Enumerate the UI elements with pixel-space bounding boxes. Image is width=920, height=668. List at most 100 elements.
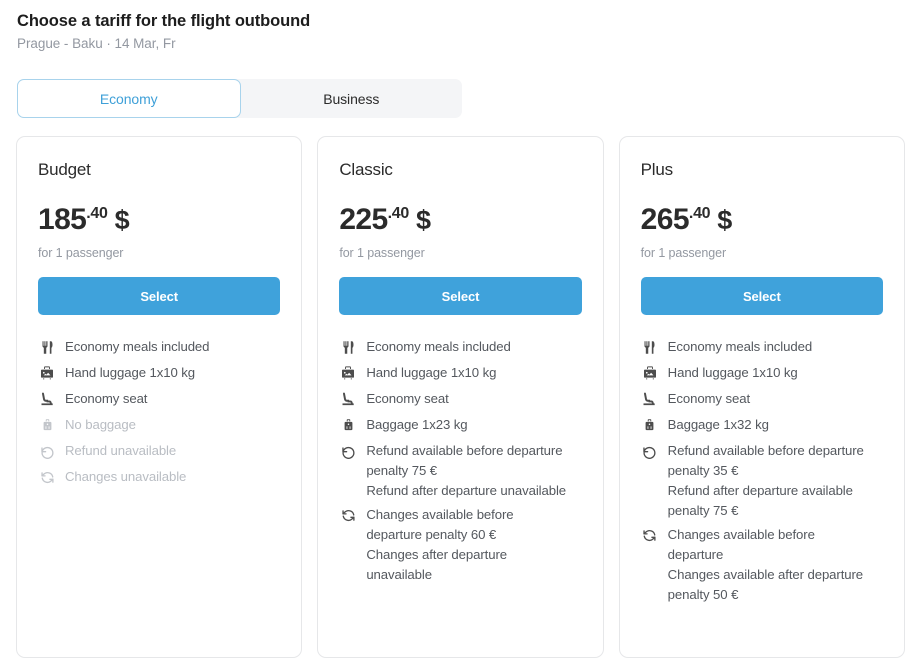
- price: 265.40$: [641, 205, 883, 235]
- price-note: for 1 passenger: [641, 245, 883, 261]
- meal-icon: [38, 337, 56, 357]
- price: 185.40 $: [38, 205, 280, 235]
- feature-text-line: penalty 75 €: [366, 461, 566, 481]
- baggage-icon: [38, 415, 56, 435]
- tab-economy[interactable]: Economy: [17, 79, 241, 118]
- feature-item: Economy seat: [339, 389, 581, 409]
- price-integer: 185: [38, 205, 86, 235]
- refund-icon: [339, 441, 357, 461]
- feature-text: Changes available beforedeparture penalt…: [366, 505, 513, 585]
- feature-text: Economy meals included: [65, 337, 209, 357]
- select-button-label: Select: [743, 289, 781, 304]
- page-header: Choose a tariff for the flight outbound …: [17, 10, 310, 54]
- feature-text: No baggage: [65, 415, 136, 435]
- seat-icon: [641, 389, 659, 409]
- hand-luggage-icon: [641, 363, 659, 383]
- feature-text-line: Changes available before: [668, 525, 863, 545]
- feature-text: Changes unavailable: [65, 467, 186, 487]
- feature-text-line: Changes unavailable: [65, 467, 186, 487]
- feature-item: Refund available before departurepenalty…: [641, 441, 883, 521]
- feature-text: Economy seat: [668, 389, 750, 409]
- select-button-label: Select: [140, 289, 178, 304]
- refund-icon: [641, 441, 659, 461]
- price-note: for 1 passenger: [38, 245, 280, 261]
- price-currency: $: [115, 205, 130, 235]
- feature-list: Economy meals included Hand luggage 1x10 …: [641, 337, 883, 609]
- feature-text: Changes available beforedepartureChanges…: [668, 525, 863, 605]
- feature-text-line: Refund unavailable: [65, 441, 176, 461]
- tariff-cards: Budget185.40$for 1 passengerSelectEconom…: [16, 136, 905, 658]
- feature-text-line: Refund available before departure: [668, 441, 864, 461]
- feature-text-line: penalty 75 €: [668, 501, 864, 521]
- feature-text-line: Economy seat: [366, 389, 448, 409]
- feature-text-line: No baggage: [65, 415, 136, 435]
- feature-text-line: departure penalty 60 €: [366, 525, 513, 545]
- feature-text-line: Baggage 1x32 kg: [668, 415, 769, 435]
- feature-item: Economy meals included: [339, 337, 581, 357]
- feature-text: Hand luggage 1x10 kg: [668, 363, 798, 383]
- select-button[interactable]: Select: [641, 277, 883, 315]
- cabin-class-tabs: Economy Business: [17, 79, 462, 118]
- tariff-selection-page: Choose a tariff for the flight outbound …: [0, 0, 920, 668]
- feature-item: Hand luggage 1x10 kg: [339, 363, 581, 383]
- meal-icon: [641, 337, 659, 357]
- feature-list: Economy meals included Hand luggage 1x10 …: [38, 337, 280, 493]
- feature-text-line: penalty 50 €: [668, 585, 863, 605]
- feature-text: Hand luggage 1x10 kg: [366, 363, 496, 383]
- feature-text: Economy meals included: [668, 337, 812, 357]
- changes-icon: [641, 525, 659, 545]
- price-fraction: .40: [388, 206, 409, 222]
- feature-text-line: departure: [668, 545, 863, 565]
- feature-item: Changes unavailable: [38, 467, 280, 487]
- price: 225.40$: [339, 205, 581, 235]
- feature-item: Economy meals included: [38, 337, 280, 357]
- feature-text-line: Economy meals included: [366, 337, 510, 357]
- feature-text-line: Baggage 1x23 kg: [366, 415, 467, 435]
- tariff-card: Plus 265.40$ for 1 passenger Select Economy …: [619, 136, 905, 658]
- feature-text-line: Hand luggage 1x10 kg: [65, 363, 195, 383]
- select-button[interactable]: Select: [38, 277, 280, 315]
- feature-item: No baggage: [38, 415, 280, 435]
- tariff-name: Plus: [641, 159, 883, 181]
- price-fraction: .40: [689, 206, 710, 222]
- meal-icon: [339, 337, 357, 357]
- feature-item: Refund unavailable: [38, 441, 280, 461]
- changes-icon: [38, 467, 56, 487]
- refund-icon: [38, 441, 56, 461]
- feature-text-line: Changes after departure: [366, 545, 513, 565]
- tab-label: Economy: [100, 91, 158, 107]
- changes-icon: [339, 505, 357, 525]
- seat-icon: [339, 389, 357, 409]
- page-title: Choose a tariff for the flight outbound: [17, 10, 310, 32]
- select-button[interactable]: Select: [339, 277, 581, 315]
- feature-item: Refund available before departurepenalty…: [339, 441, 581, 501]
- tab-business[interactable]: Business: [241, 79, 463, 118]
- feature-text-line: unavailable: [366, 565, 513, 585]
- feature-text: Refund available before departurepenalty…: [668, 441, 864, 521]
- feature-text-line: Refund after departure unavailable: [366, 481, 566, 501]
- tariff-name: Classic: [339, 159, 581, 181]
- price-note: for 1 passenger: [339, 245, 581, 261]
- feature-item: Economy seat: [641, 389, 883, 409]
- feature-text: Economy seat: [366, 389, 448, 409]
- feature-text: Baggage 1x32 kg: [668, 415, 769, 435]
- seat-icon: [38, 389, 56, 409]
- hand-luggage-icon: [339, 363, 357, 383]
- feature-text-line: Refund available before departure: [366, 441, 566, 461]
- price-integer: 225: [339, 205, 387, 235]
- price-integer: 265: [641, 205, 689, 235]
- feature-text: Economy meals included: [366, 337, 510, 357]
- price-fraction: .40: [86, 206, 107, 222]
- feature-text-line: Economy seat: [668, 389, 750, 409]
- feature-text-line: Refund after departure available: [668, 481, 864, 501]
- baggage-icon: [339, 415, 357, 435]
- select-button-label: Select: [442, 289, 480, 304]
- feature-item: Baggage 1x23 kg: [339, 415, 581, 435]
- feature-text-line: Economy meals included: [65, 337, 209, 357]
- feature-item: Changes available beforedeparture penalt…: [339, 505, 581, 585]
- feature-text-line: Economy seat: [65, 389, 147, 409]
- feature-text: Refund unavailable: [65, 441, 176, 461]
- tab-label: Business: [323, 91, 379, 107]
- feature-text-line: penalty 35 €: [668, 461, 864, 481]
- baggage-icon: [641, 415, 659, 435]
